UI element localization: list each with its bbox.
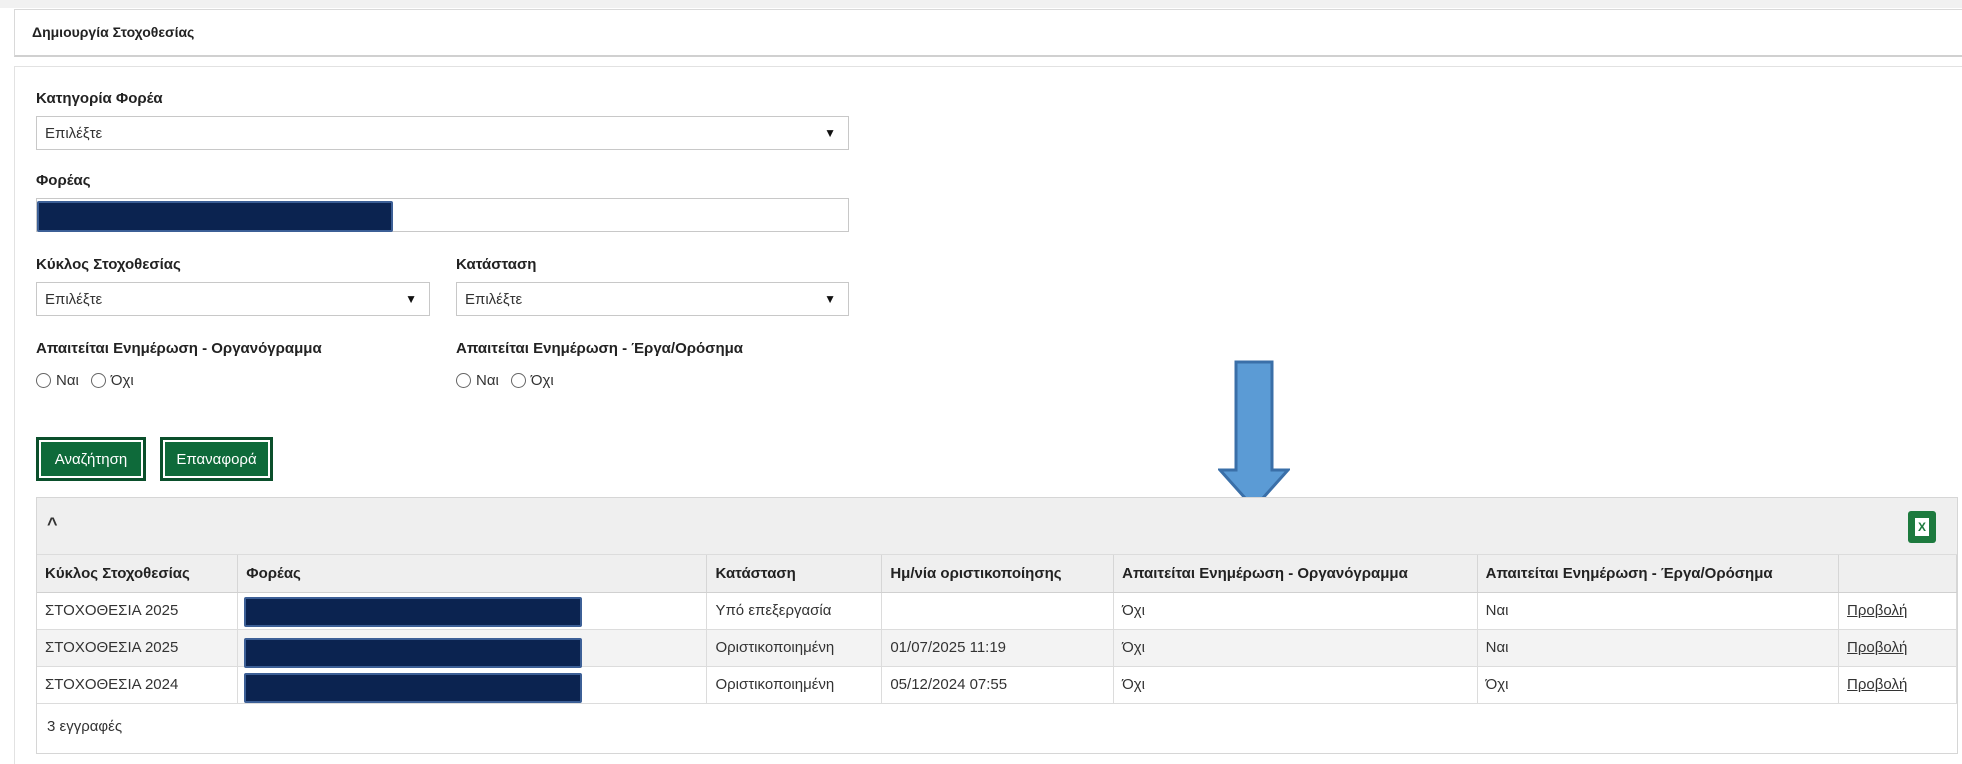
radio-circle-icon	[90, 373, 106, 388]
works-update-radio-group: Ναι Όχι	[456, 372, 566, 389]
category-select[interactable]: Επιλέξτε ▼	[36, 116, 849, 150]
cell-cycle: ΣΤΟΧΟΘΕΣΙΑ 2025	[37, 629, 239, 667]
redaction-block	[37, 201, 393, 232]
cell-status: Υπό επεξεργασία	[706, 592, 883, 630]
cell-entity	[237, 592, 708, 630]
org-update-radio-group: Ναι Όχι	[36, 372, 146, 389]
category-select-value: Επιλέξτε	[45, 125, 103, 142]
view-link[interactable]: Προβολή	[1847, 676, 1907, 693]
org-update-yes[interactable]: Ναι	[36, 372, 79, 389]
reset-button[interactable]: Επαναφορά	[160, 437, 273, 481]
table-row: ΣΤΟΧΟΘΕΣΙΑ 2025 Υπό επεξεργασία Όχι Ναι …	[37, 592, 1957, 630]
column-header-org-update[interactable]: Απαιτείται Ενημέρωση - Οργανόγραμμα	[1113, 555, 1478, 593]
cell-action: Προβολή	[1838, 629, 1957, 667]
cell-cycle: ΣΤΟΧΟΘΕΣΙΑ 2024	[37, 666, 239, 704]
cell-works-update: Ναι	[1477, 592, 1840, 630]
column-header-date[interactable]: Ημ/νία οριστικοποίησης	[881, 555, 1115, 593]
table-row: ΣΤΟΧΟΘΕΣΙΑ 2024 Οριστικοποιημένη 05/12/2…	[37, 666, 1957, 704]
entity-label: Φορέας	[36, 172, 91, 189]
search-button[interactable]: Αναζήτηση	[36, 437, 146, 481]
cycle-label: Κύκλος Στοχοθεσίας	[36, 256, 181, 273]
cell-org-update: Όχι	[1113, 592, 1478, 630]
radio-circle-icon	[36, 373, 51, 388]
collapse-chevron-icon[interactable]: ^	[47, 514, 58, 535]
cell-date: 01/07/2025 11:19	[881, 629, 1115, 667]
cell-entity	[237, 666, 708, 704]
header-panel: Δημιουργία Στοχοθεσίας	[14, 9, 1962, 57]
cell-cycle: ΣΤΟΧΟΘΕΣΙΑ 2025	[37, 592, 239, 630]
cell-entity	[237, 629, 708, 668]
radio-circle-icon	[456, 373, 471, 388]
results-toolbar: ^ X	[37, 498, 1957, 555]
results-panel: ^ X Κύκλος Στοχοθεσίας Φορέας Κατάσταση	[36, 497, 1958, 754]
down-arrow-icon	[1218, 360, 1290, 510]
works-update-label: Απαιτείται Ενημέρωση - Έργα/Ορόσημα	[456, 340, 743, 357]
chevron-down-icon: ▼	[824, 292, 836, 306]
cycle-select[interactable]: Επιλέξτε ▼	[36, 282, 430, 316]
status-select-value: Επιλέξτε	[465, 291, 523, 308]
works-update-no[interactable]: Όχι	[510, 372, 554, 389]
status-label: Κατάσταση	[456, 256, 537, 273]
column-header-status[interactable]: Κατάσταση	[706, 555, 883, 593]
cell-status: Οριστικοποιημένη	[706, 666, 883, 704]
cycle-select-value: Επιλέξτε	[45, 291, 103, 308]
top-rule	[0, 0, 1962, 8]
cell-org-update: Όχι	[1113, 629, 1478, 667]
column-header-cycle[interactable]: Κύκλος Στοχοθεσίας	[37, 555, 239, 593]
status-select[interactable]: Επιλέξτε ▼	[456, 282, 849, 316]
chevron-down-icon: ▼	[824, 126, 836, 140]
cell-action: Προβολή	[1838, 666, 1957, 704]
chevron-down-icon: ▼	[405, 292, 417, 306]
results-table: Κύκλος Στοχοθεσίας Φορέας Κατάσταση Ημ/ν…	[37, 555, 1957, 704]
cell-date	[881, 592, 1115, 630]
record-count: 3 εγγραφές	[47, 718, 123, 735]
redaction-block	[244, 596, 583, 627]
category-label: Κατηγορία Φορέα	[36, 90, 163, 107]
org-update-no[interactable]: Όχι	[90, 372, 134, 389]
cell-works-update: Ναι	[1477, 629, 1840, 667]
cell-status: Οριστικοποιημένη	[706, 629, 883, 667]
cell-action: Προβολή	[1838, 592, 1957, 630]
column-header-works-update[interactable]: Απαιτείται Ενημέρωση - Έργα/Ορόσημα	[1477, 555, 1840, 593]
page-title: Δημιουργία Στοχοθεσίας	[32, 24, 195, 40]
redaction-block	[244, 672, 583, 703]
table-row: ΣΤΟΧΟΘΕΣΙΑ 2025 Οριστικοποιημένη 01/07/2…	[37, 629, 1957, 668]
view-link[interactable]: Προβολή	[1847, 639, 1907, 656]
cell-date: 05/12/2024 07:55	[881, 666, 1115, 704]
page: Δημιουργία Στοχοθεσίας Κατηγορία Φορέα Ε…	[0, 0, 1962, 764]
org-update-label: Απαιτείται Ενημέρωση - Οργανόγραμμα	[36, 340, 322, 357]
cell-works-update: Όχι	[1477, 666, 1840, 704]
radio-circle-icon	[510, 373, 526, 388]
column-header-entity[interactable]: Φορέας	[237, 555, 708, 593]
column-header-actions	[1838, 555, 1957, 593]
redaction-block	[244, 637, 583, 668]
works-update-yes[interactable]: Ναι	[456, 372, 499, 389]
cell-org-update: Όχι	[1113, 666, 1478, 704]
excel-export-icon[interactable]: X	[1908, 511, 1936, 543]
view-link[interactable]: Προβολή	[1847, 602, 1907, 619]
table-header-row: Κύκλος Στοχοθεσίας Φορέας Κατάσταση Ημ/ν…	[37, 555, 1957, 593]
